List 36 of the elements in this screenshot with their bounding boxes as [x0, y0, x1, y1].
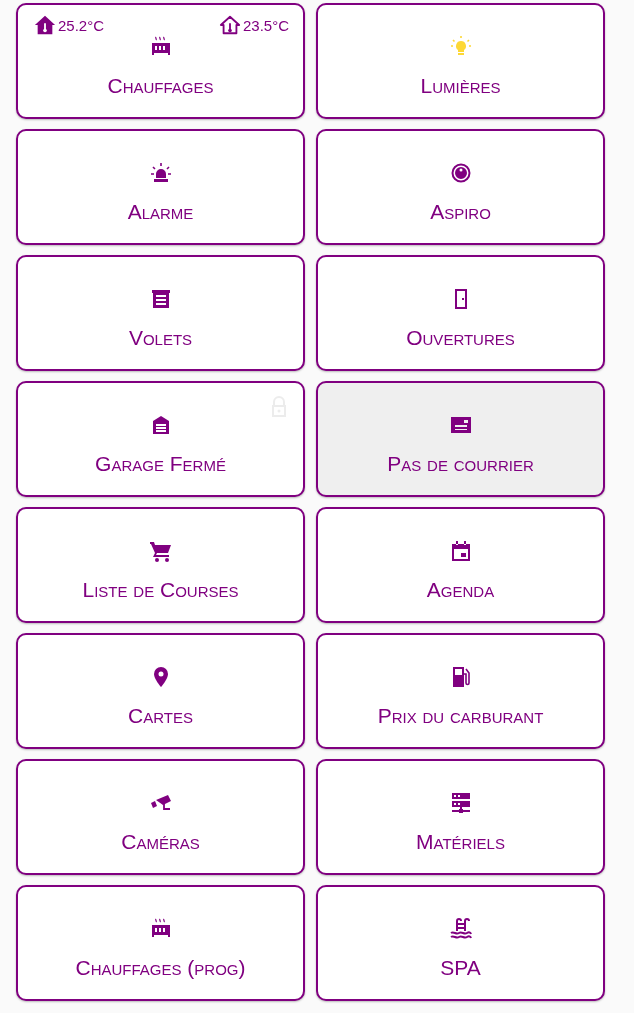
tile-button[interactable]: Aspiro: [316, 129, 605, 245]
tile-button[interactable]: Liste de Courses: [16, 507, 305, 623]
tile-label: Garage Fermé: [95, 452, 226, 476]
tile-button[interactable]: Agenda: [316, 507, 605, 623]
tile-button[interactable]: Prix du carburant: [316, 633, 605, 749]
tile-button[interactable]: Garage Fermé: [16, 381, 305, 497]
tile-label: Aspiro: [430, 200, 491, 224]
tile-label: Matériels: [416, 830, 505, 854]
tile-label: Lumières: [420, 74, 501, 98]
tile-button[interactable]: Lumières: [316, 3, 605, 119]
house-thermometer-outline-icon: [218, 14, 241, 36]
tile-button[interactable]: Pas de courrier: [316, 381, 605, 497]
tile-label: Pas de courrier: [387, 452, 534, 476]
tile-button[interactable]: 25.2°C 23.5°C Chauffages: [16, 3, 305, 119]
tile-label: Liste de Courses: [82, 578, 239, 602]
tile-label: SPA: [440, 956, 481, 980]
temperature-reading: 25.2°C: [58, 16, 105, 34]
tile-button[interactable]: Chauffages (prog): [16, 885, 305, 1001]
tile-button[interactable]: Caméras: [16, 759, 305, 875]
tile-button[interactable]: Volets: [16, 255, 305, 371]
tile-label: Chauffages (prog): [75, 956, 246, 980]
tile-label: Volets: [128, 326, 193, 350]
tile-label: Prix du carburant: [377, 704, 544, 728]
tile-label: Ouvertures: [406, 326, 515, 350]
tile-button[interactable]: Ouvertures: [316, 255, 605, 371]
tile-label: Chauffages: [107, 74, 214, 98]
tile-button[interactable]: Matériels: [316, 759, 605, 875]
tile-button[interactable]: Cartes: [16, 633, 305, 749]
tile-label: Cartes: [128, 704, 193, 728]
tile-button[interactable]: SPA: [316, 885, 605, 1001]
tile-label: Agenda: [426, 578, 495, 602]
tile-button[interactable]: Alarme: [16, 129, 305, 245]
tile-label: Caméras: [121, 830, 200, 854]
house-thermometer-icon: [34, 14, 56, 36]
temperature-reading: 23.5°C: [242, 16, 289, 34]
tile-label: Alarme: [127, 200, 194, 224]
